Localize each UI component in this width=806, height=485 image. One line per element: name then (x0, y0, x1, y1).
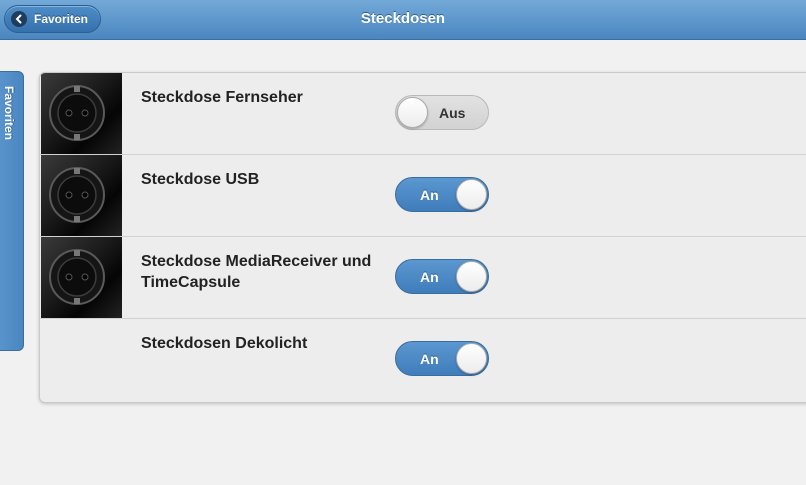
list-item-usb: Steckdose USB An (40, 155, 806, 237)
power-socket-icon (49, 249, 105, 305)
power-socket-icon (49, 167, 105, 223)
toggle-state-label: An (420, 187, 439, 203)
item-label: Steckdose USB (141, 171, 260, 188)
socket-image (41, 155, 122, 236)
list-item-mediareceiver: Steckdose MediaReceiver und TimeCapsule … (40, 237, 806, 319)
power-toggle[interactable]: An (395, 177, 489, 212)
toggle-state-label: An (420, 351, 439, 367)
item-label: Steckdosen Dekolicht (141, 335, 308, 352)
header-bar: Favoriten Steckdosen (0, 0, 806, 40)
item-label: Steckdose MediaReceiver und TimeCapsule (141, 253, 372, 291)
power-socket-icon (49, 85, 105, 141)
socket-image (41, 73, 122, 154)
power-toggle[interactable]: An (395, 341, 489, 376)
favorites-side-tab-label: Favoriten (2, 86, 16, 141)
power-toggle[interactable]: An (395, 259, 489, 294)
toggle-knob (456, 343, 487, 374)
toggle-knob (456, 179, 487, 210)
toggle-state-label: Aus (439, 105, 466, 121)
toggle-knob (456, 261, 487, 292)
toggle-state-label: An (420, 269, 439, 285)
favorites-side-tab[interactable]: Favoriten (0, 71, 24, 351)
socket-list: Steckdose Fernseher Aus Steckdose USB An (39, 72, 806, 403)
toggle-knob (397, 97, 428, 128)
page-title: Steckdosen (360, 10, 446, 27)
list-item-dekolicht: Steckdosen Dekolicht An (40, 319, 806, 401)
list-item-fernseher: Steckdose Fernseher Aus (40, 73, 806, 155)
socket-image (41, 237, 122, 318)
item-label: Steckdose Fernseher (141, 89, 303, 106)
power-toggle[interactable]: Aus (395, 95, 489, 130)
